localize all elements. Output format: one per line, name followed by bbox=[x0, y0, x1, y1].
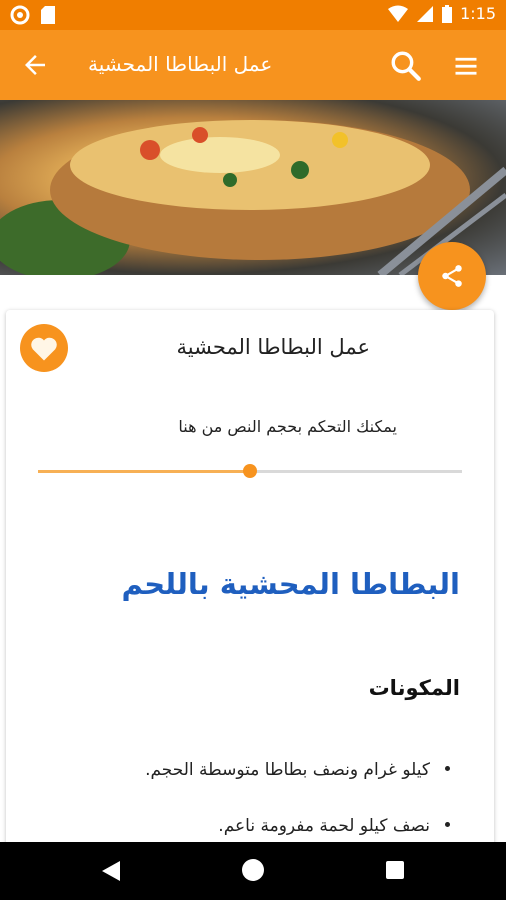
nav-back-icon[interactable] bbox=[100, 860, 122, 882]
ingredient-text: نصف كيلو لحمة مفرومة ناعم. bbox=[218, 816, 430, 836]
bullet-icon bbox=[445, 766, 450, 771]
battery-icon bbox=[442, 4, 453, 23]
notification-icon bbox=[10, 5, 30, 25]
ingredients-heading: المكونات bbox=[368, 676, 460, 700]
signal-icon bbox=[417, 5, 434, 22]
wifi-icon bbox=[388, 5, 409, 22]
list-item: كيلو غرام ونصف بطاطا متوسطة الحجم. bbox=[30, 760, 450, 816]
share-button[interactable] bbox=[418, 242, 486, 310]
clock: 1:15 bbox=[460, 4, 496, 23]
favorite-button[interactable] bbox=[20, 324, 68, 372]
system-nav-bar bbox=[0, 842, 506, 900]
slider-fill bbox=[38, 470, 250, 473]
app-bar: عمل البطاطا المحشية bbox=[0, 30, 506, 100]
status-bar: 1:15 bbox=[0, 0, 506, 30]
nav-home-icon[interactable] bbox=[242, 859, 264, 881]
nav-recents-icon[interactable] bbox=[386, 861, 404, 879]
card-title: عمل البطاطا المحشية bbox=[176, 335, 371, 359]
ingredient-text: كيلو غرام ونصف بطاطا متوسطة الحجم. bbox=[145, 760, 430, 780]
recipe-title: البطاطا المحشية باللحم bbox=[121, 567, 460, 601]
sd-card-icon bbox=[41, 6, 55, 24]
search-icon[interactable] bbox=[389, 49, 423, 83]
text-size-hint: يمكنك التحكم بحجم النص من هنا bbox=[178, 417, 397, 436]
heart-icon bbox=[31, 337, 57, 361]
bullet-icon bbox=[445, 822, 450, 827]
share-icon bbox=[442, 265, 462, 287]
back-arrow-icon[interactable] bbox=[20, 50, 50, 80]
slider-thumb[interactable] bbox=[243, 464, 257, 478]
menu-icon[interactable] bbox=[452, 52, 480, 80]
page-title: عمل البطاطا المحشية bbox=[88, 52, 273, 76]
